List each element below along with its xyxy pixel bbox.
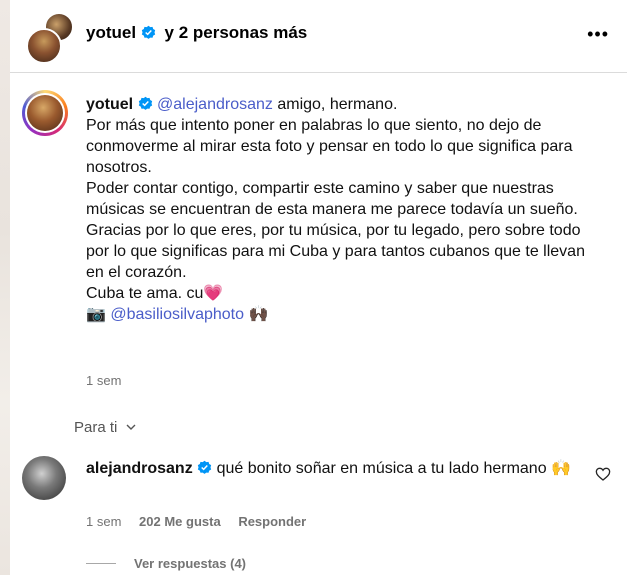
- view-replies-button[interactable]: Ver respuestas (4): [86, 556, 246, 571]
- camera-emoji: 📷: [86, 306, 106, 323]
- caption-closing: Cuba te ama. cu: [86, 285, 204, 302]
- post-header: yotuel y 2 personas más •••: [10, 0, 627, 72]
- like-count[interactable]: 202 Me gusta: [139, 514, 221, 529]
- background-strip: [0, 0, 10, 575]
- view-replies-label: Ver respuestas (4): [134, 556, 247, 571]
- caption-paragraph: Gracias por lo que eres, por tu música, …: [86, 222, 585, 281]
- header-username[interactable]: yotuel: [86, 23, 136, 42]
- comment-meta: 1 sem 202 Me gusta Responder: [86, 514, 320, 529]
- caption-paragraph: Poder contar contigo, compartir este cam…: [86, 180, 578, 218]
- divider: [86, 563, 116, 564]
- comment-username[interactable]: alejandrosanz: [86, 460, 193, 477]
- caption-text: yotuel @alejandrosanz amigo, hermano. Po…: [86, 94, 606, 325]
- caption-timestamp[interactable]: 1 sem: [86, 373, 121, 388]
- sort-label: Para ti: [74, 419, 118, 436]
- verified-badge-icon: [138, 96, 152, 110]
- hands-emoji: 🙌🏿: [248, 306, 269, 323]
- heart-emoji: 💗: [203, 285, 224, 302]
- reply-button[interactable]: Responder: [238, 514, 306, 529]
- header-others[interactable]: y 2 personas más: [165, 23, 308, 42]
- chevron-down-icon: [126, 424, 136, 430]
- mention-link[interactable]: @alejandrosanz: [157, 96, 273, 113]
- comment-timestamp[interactable]: 1 sem: [86, 514, 121, 529]
- comment-text: alejandrosanz qué bonito soñar en música…: [86, 458, 586, 479]
- comment-sort-dropdown[interactable]: Para ti: [74, 419, 136, 436]
- avatar[interactable]: [26, 28, 62, 64]
- caption-username[interactable]: yotuel: [86, 96, 133, 113]
- collab-title: yotuel y 2 personas más: [86, 23, 307, 43]
- avatar[interactable]: [22, 90, 68, 136]
- photo-credit-link[interactable]: @basiliosilvaphoto: [110, 306, 244, 323]
- verified-badge-icon: [198, 460, 212, 474]
- divider: [10, 72, 627, 73]
- like-heart-icon[interactable]: [595, 466, 611, 482]
- raised-hands-emoji: 🙌: [551, 460, 571, 477]
- collab-avatars[interactable]: [24, 12, 76, 64]
- avatar[interactable]: [22, 456, 66, 500]
- caption-paragraph: Por más que intento poner en palabras lo…: [86, 117, 573, 176]
- more-horizontal-icon[interactable]: •••: [587, 24, 609, 45]
- caption-first-line: amigo, hermano.: [272, 96, 398, 113]
- comment-body: qué bonito soñar en música a tu lado her…: [216, 460, 547, 477]
- verified-badge-icon: [141, 25, 155, 39]
